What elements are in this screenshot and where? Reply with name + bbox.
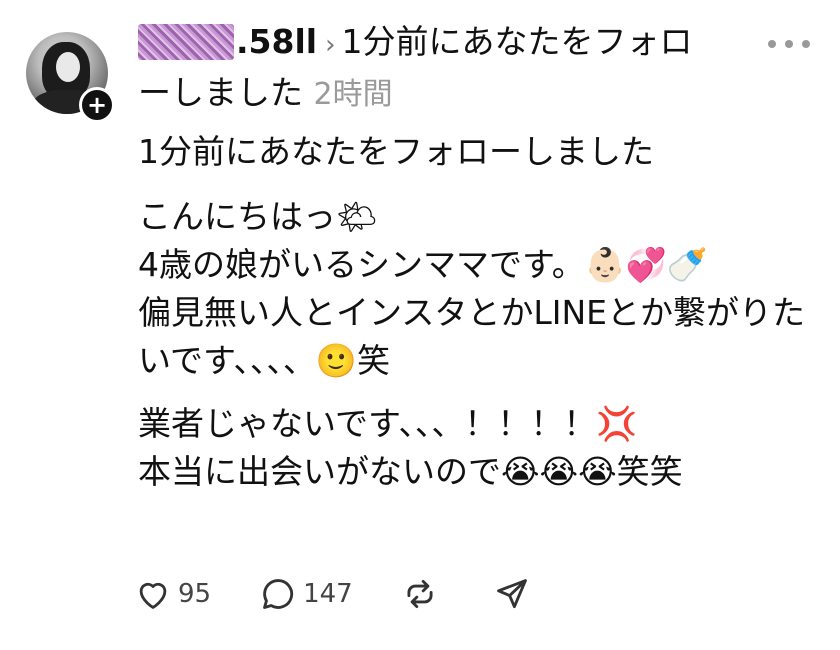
timestamp: 2時間: [313, 77, 393, 112]
follow-plus-icon[interactable]: +: [79, 87, 115, 123]
heart-icon: [139, 582, 167, 609]
chevron-right-icon: ›: [325, 30, 336, 60]
header-line: 1分前にあなたをフォローしました: [138, 22, 693, 112]
post-paragraph: 1分前にあなたをフォローしました: [138, 132, 654, 171]
more-options-button[interactable]: [768, 40, 810, 48]
post-body: 1分前にあなたをフォローしました こんにちはっ🌤 4歳の娘がいるシンママです。👶…: [138, 128, 818, 496]
like-count: 95: [178, 579, 212, 609]
post-header: .58ll › 1分前にあなたをフォローしました 2時間: [138, 18, 718, 119]
repost-button[interactable]: [401, 575, 445, 613]
username-suffix[interactable]: .58ll: [236, 22, 317, 61]
send-icon: [496, 579, 527, 609]
share-button[interactable]: [493, 575, 537, 613]
repost-icon: [407, 579, 433, 609]
comment-icon: [263, 579, 294, 609]
reply-count: 147: [303, 579, 353, 609]
post-paragraph: こんにちはっ🌤 4歳の娘がいるシンママです。👶🏻💞🍼 偏見無い人とインスタとかL…: [138, 197, 805, 380]
like-button[interactable]: 95: [134, 575, 211, 613]
reply-button[interactable]: 147: [259, 575, 353, 613]
post-paragraph: 業者じゃないです、、、！！！！💢 本当に出会いがないので😭😭😭笑笑: [138, 404, 683, 491]
action-bar: 95 147: [134, 575, 585, 613]
